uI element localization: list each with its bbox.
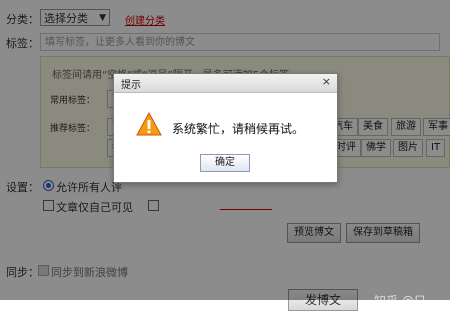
warning-icon	[136, 112, 162, 136]
close-icon[interactable]: ×	[322, 75, 331, 88]
watermark-text: 知乎 @只	[374, 294, 426, 308]
ok-button[interactable]: 确定	[200, 154, 250, 172]
alert-dialog: 提示 × 系统繁忙，请稍候再试。 确定	[113, 73, 338, 183]
dialog-message: 系统繁忙，请稍候再试。	[172, 122, 305, 136]
dialog-titlebar: 提示 ×	[114, 74, 337, 93]
dialog-title: 提示	[121, 80, 141, 91]
